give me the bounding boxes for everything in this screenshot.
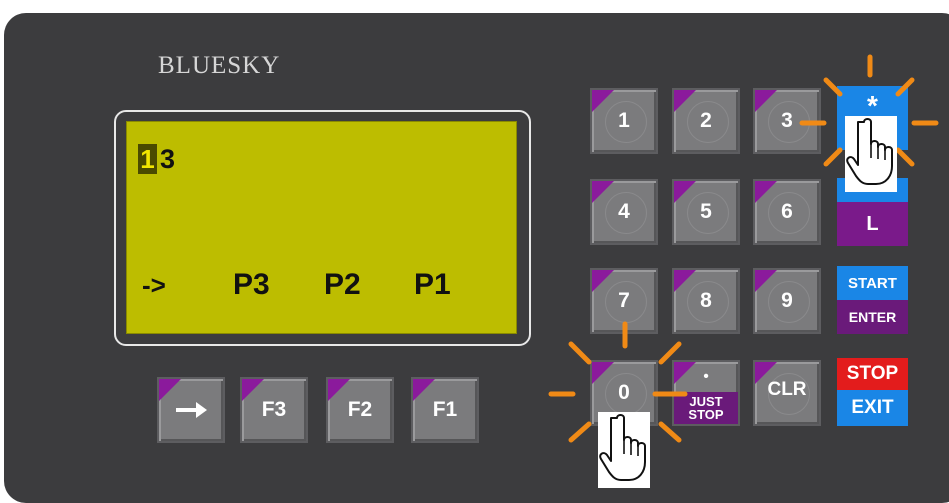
key-label: 4 [618,200,630,223]
key-label: 9 [781,289,793,312]
f2-label: F2 [347,398,373,421]
lcd-arrow-text: -> [142,270,166,300]
brand-label: BLUESKY [158,52,281,79]
lcd-p3-label: P3 [233,268,270,301]
key-label: 5 [700,200,712,223]
pointing-hand-icon [845,116,897,192]
f3-key[interactable]: F3 [240,377,308,443]
key-label: 2 [700,109,712,132]
right-arrow-icon [159,379,223,441]
lcd-display: 1 3 -> P3 P2 P1 [126,121,517,334]
arrow-key[interactable] [157,377,225,443]
exit-label: EXIT [837,390,908,426]
lcd-line1-text: 3 [160,144,176,174]
key-5[interactable]: 5 [672,179,740,245]
lcd-p1-label: P1 [414,268,451,301]
key-1[interactable]: 1 [590,88,658,154]
key-label: 1 [618,109,630,132]
f2-key[interactable]: F2 [326,377,394,443]
l-label: L [837,202,908,246]
pointing-hand-icon [598,412,650,488]
f3-label: F3 [261,398,287,421]
key-label: 6 [781,200,793,223]
key-2[interactable]: 2 [672,88,740,154]
key-4[interactable]: 4 [590,179,658,245]
start-enter-key[interactable]: START ENTER [837,266,908,334]
stop-label: STOP [837,358,908,390]
lcd-p2-label: P2 [324,268,361,301]
stop-exit-key[interactable]: STOP EXIT [837,358,908,426]
start-label: START [837,266,908,300]
f1-label: F1 [432,398,458,421]
lcd-cursor-digit: 1 [138,144,157,174]
f1-key[interactable]: F1 [411,377,479,443]
enter-label: ENTER [837,300,908,334]
clr-key[interactable]: CLR [753,360,821,426]
clr-label: CLR [767,379,807,400]
key-9[interactable]: 9 [753,268,821,334]
